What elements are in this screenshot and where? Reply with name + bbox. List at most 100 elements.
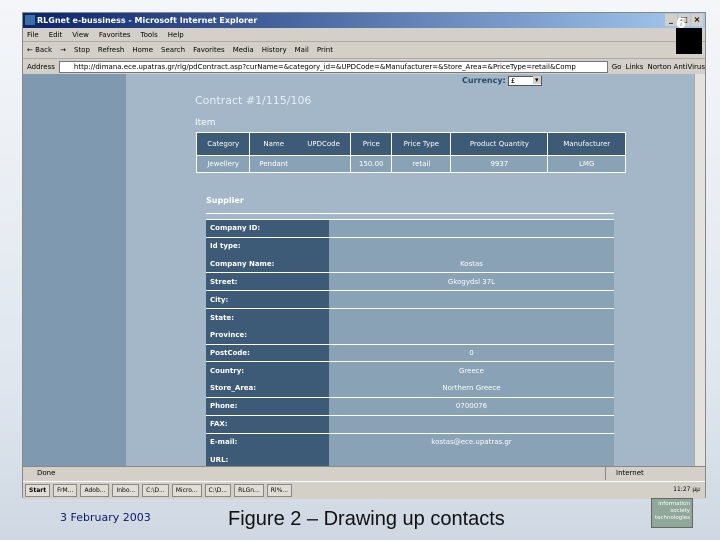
ie-icon	[25, 15, 35, 25]
taskbar-item[interactable]: C:\D...	[204, 484, 232, 497]
refresh-button[interactable]: Refresh	[98, 42, 124, 58]
taskbar-item[interactable]: Inbo...	[112, 484, 140, 497]
field-label: Phone:	[206, 396, 329, 416]
contract-title: Contract #1/115/106	[195, 94, 312, 107]
field-value: kostas@ece.upatras.gr	[329, 432, 614, 451]
address-bar: Address http://dimana.ece.upatras.gr/rlg…	[23, 59, 705, 75]
field-value: 0	[329, 343, 614, 362]
cell-updcode	[297, 155, 352, 173]
security-zone: Internet	[605, 467, 685, 480]
item-heading: Item	[195, 118, 216, 128]
table-row: Company Name: Kostas	[206, 255, 614, 273]
history-button[interactable]: History	[262, 42, 287, 58]
table-row: Company ID:	[206, 219, 614, 238]
col-price: Price	[350, 132, 393, 156]
address-label: Address	[27, 62, 55, 71]
menu-help[interactable]: Help	[168, 28, 184, 41]
field-label: State:	[206, 307, 329, 327]
col-category: Category	[195, 132, 251, 156]
field-value: 0700076	[329, 396, 614, 416]
menu-file[interactable]: File	[27, 28, 39, 41]
print-button[interactable]: Print	[317, 42, 333, 58]
back-button[interactable]: ← Back	[27, 42, 52, 58]
field-label: Store_Area:	[206, 379, 329, 398]
clock: 11:27 μμ	[673, 486, 700, 493]
status-bar: Done Internet	[23, 466, 705, 480]
field-value	[329, 450, 614, 466]
search-button[interactable]: Search	[161, 42, 185, 58]
norton-button[interactable]: Norton AntiVirus	[647, 59, 705, 75]
table-row: Jewellery Pendant 150.00 retail 9937 LMG	[195, 155, 626, 173]
currency-select[interactable]: £	[507, 76, 542, 86]
supplier-heading: Supplier	[206, 196, 244, 205]
field-value	[329, 219, 614, 238]
field-label: Country:	[206, 361, 329, 380]
media-button[interactable]: Media	[233, 42, 254, 58]
taskbar-item[interactable]: RLGn...	[234, 484, 264, 497]
field-value	[329, 236, 614, 256]
taskbar-item[interactable]: Rl%...	[266, 484, 293, 497]
mail-button[interactable]: Mail	[295, 42, 309, 58]
field-label: FAX:	[206, 414, 329, 434]
table-row: Street: Gkogydsl 37L	[206, 272, 614, 291]
page-number: 6	[676, 16, 686, 32]
favorites-button[interactable]: Favorites	[193, 42, 225, 58]
table-row: Province:	[206, 326, 614, 345]
field-label: Company ID:	[206, 219, 329, 238]
table-row: Country: Greece	[206, 361, 614, 380]
table-row: Store_Area: Northern Greece	[206, 379, 614, 398]
table-row: Id type:	[206, 236, 614, 256]
address-input[interactable]: http://dimana.ece.upatras.gr/rlg/pdContr…	[58, 60, 608, 73]
table-row: FAX:	[206, 414, 614, 434]
taskbar-item[interactable]: FrM...	[53, 484, 78, 497]
toolbar: ← Back → Stop Refresh Home Search Favorites Med…	[23, 42, 705, 59]
start-button[interactable]: Start	[25, 484, 51, 497]
currency-selector: Currency: £	[462, 76, 542, 86]
divider	[206, 213, 614, 214]
field-value: Northern Greece	[329, 379, 614, 398]
table-row: URL:	[206, 450, 614, 466]
field-label: PostCode:	[206, 343, 329, 362]
links-button[interactable]: Links	[625, 59, 643, 75]
field-value: Greece	[329, 361, 614, 380]
taskbar-item[interactable]: Adob...	[80, 484, 110, 497]
go-button[interactable]: Go	[612, 59, 622, 75]
taskbar-item[interactable]: Micro...	[171, 484, 202, 497]
col-product-quantity: Product Quantity	[450, 132, 549, 156]
currency-label: Currency:	[462, 76, 506, 85]
field-label: Id type:	[206, 236, 329, 256]
field-value	[329, 414, 614, 434]
cell-name: Pendant	[249, 155, 297, 173]
field-value	[329, 290, 614, 309]
home-button[interactable]: Home	[132, 42, 153, 58]
ist-logo: information society technologies	[651, 498, 693, 528]
supplier-table: Company ID: Id type: Company Name: Kostas St…	[206, 219, 614, 466]
menu-tools[interactable]: Tools	[141, 28, 158, 41]
field-value: Kostas	[329, 255, 614, 273]
table-row: State:	[206, 307, 614, 327]
item-table: Category Name UPDCode Price Price Type P…	[195, 132, 626, 173]
vertical-scrollbar[interactable]	[694, 74, 705, 466]
table-row: E-mail: kostas@ece.upatras.gr	[206, 432, 614, 451]
field-label: URL:	[206, 450, 329, 466]
table-row: PostCode: 0	[206, 343, 614, 362]
field-label: Company Name:	[206, 255, 329, 273]
stop-button[interactable]: Stop	[74, 42, 90, 58]
field-label: City:	[206, 290, 329, 309]
figure-caption: Figure 2 – Drawing up contacts	[228, 508, 505, 530]
col-updcode: UPDCode	[297, 132, 352, 156]
field-value	[329, 326, 614, 345]
taskbar-item[interactable]: C:\D...	[142, 484, 169, 497]
field-value	[329, 307, 614, 327]
cell-price-type: retail	[391, 155, 452, 173]
menu-view[interactable]: View	[72, 28, 89, 41]
close-button[interactable]: ×	[691, 14, 703, 26]
col-manufacturer: Manufacturer	[547, 132, 626, 156]
slide-date: 3 February 2003	[60, 511, 151, 524]
field-label: Province:	[206, 326, 329, 345]
cell-manufacturer: LMG	[547, 155, 626, 173]
menu-edit[interactable]: Edit	[49, 28, 63, 41]
menu-favorites[interactable]: Favorites	[99, 28, 131, 41]
table-row: Phone: 0700076	[206, 396, 614, 416]
forward-button[interactable]: →	[60, 42, 66, 58]
